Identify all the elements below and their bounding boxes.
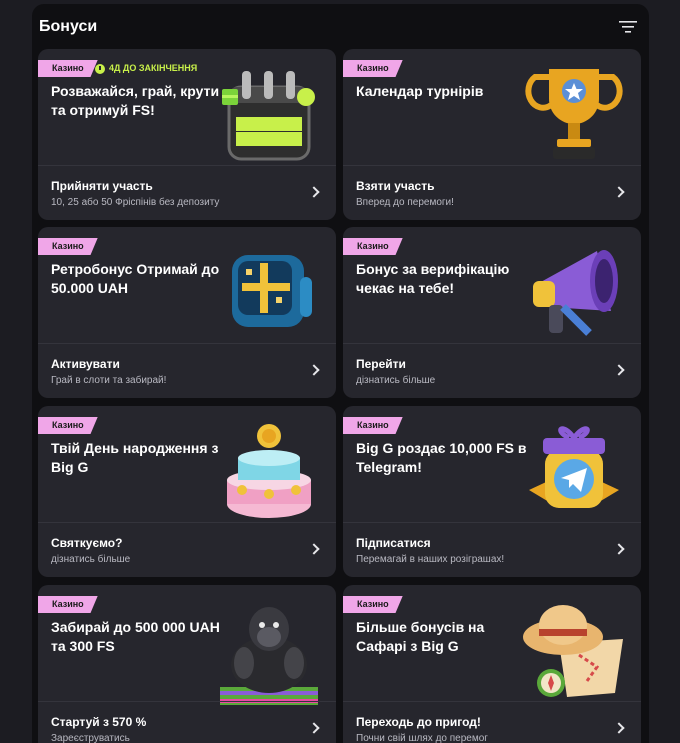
card-title: Більше бонусів на Сафарі з Big G [356,619,485,654]
card-title: Ретробонус Отримай до 50.000 UAH [51,261,220,296]
card-title: Розважайся, грай, крути та отримуй FS! [51,83,220,118]
chevron-right-icon[interactable] [613,543,625,555]
bonus-card[interactable]: Казино Забирай до 500 000 UAH та 300 FS [38,585,336,743]
category-tag: Казино [38,60,98,77]
card-divider [38,701,336,702]
expiry-timer: 4Д ДО ЗАКІНЧЕННЯ [95,61,197,76]
card-subtitle: Грай в слоти та забирай! [51,375,167,386]
chevron-right-icon[interactable] [613,722,625,734]
card-subtitle: Зареєструватись [51,733,130,743]
category-tag: Казино [343,596,403,613]
category-tag: Казино [343,60,403,77]
safari-hat-map-icon [519,595,629,705]
card-subtitle: Вперед до перемоги! [356,197,454,208]
chevron-right-icon[interactable] [613,186,625,198]
card-divider [38,343,336,344]
bonus-card[interactable]: Казино Календар турнірів Взяти участь Вп… [343,49,641,220]
trophy-icon [519,59,629,169]
card-action[interactable]: Підписатися [356,536,431,550]
card-subtitle: Перемагай в наших розіграшах! [356,554,505,565]
card-divider [343,165,641,166]
category-tag: Казино [38,596,98,613]
bonus-card[interactable]: Казино Ретробонус Отримай до 50.000 UAH … [38,227,336,398]
card-divider [38,522,336,523]
telegram-gift-icon [519,416,629,526]
megaphone-icon [519,237,629,347]
bonus-card[interactable]: Казино Твій День народження з Big G Свят… [38,406,336,577]
black-friday-calendar-icon [214,59,324,169]
card-action[interactable]: Активувати [51,357,120,371]
card-action[interactable]: Переходь до пригод! [356,715,481,729]
card-action[interactable]: Перейти [356,357,406,371]
chevron-right-icon[interactable] [613,364,625,376]
card-subtitle: дізнатись більше [356,375,436,386]
card-action[interactable]: Взяти участь [356,179,434,193]
bonus-card[interactable]: Казино Більше бонусів на Сафарі з Big G … [343,585,641,743]
chevron-right-icon[interactable] [308,364,320,376]
gift-cube-icon [214,237,324,347]
timer-text: 4Д ДО ЗАКІНЧЕННЯ [109,63,198,73]
bonus-card[interactable]: Казино Бонус за верифікацію чекає на теб… [343,227,641,398]
card-action[interactable]: Стартуй з 570 % [51,715,146,729]
card-divider [343,343,641,344]
card-subtitle: дізнатись більше [51,554,131,565]
page-title: Бонуси [39,18,98,35]
birthday-cake-icon [214,416,324,526]
card-action[interactable]: Святкуємо? [51,536,122,550]
card-title: Big G роздає 10,000 FS в Telegram! [356,440,527,475]
card-title: Забирай до 500 000 UAH та 300 FS [51,619,220,654]
card-divider [343,522,641,523]
chevron-right-icon[interactable] [308,543,320,555]
gorilla-icon [214,595,324,705]
category-tag: Казино [343,417,403,434]
bonuses-panel: Бонуси Казино 4Д ДО ЗАКІНЧЕННЯ Розважайс… [32,4,649,743]
card-title: Бонус за верифікацію чекає на тебе! [356,261,510,296]
category-tag: Казино [38,417,98,434]
filter-icon[interactable] [619,19,637,35]
bonus-card[interactable]: Казино 4Д ДО ЗАКІНЧЕННЯ Розважайся, грай… [38,49,336,220]
card-subtitle: Почни свій шлях до перемог [356,733,488,743]
card-title: Твій День народження з Big G [51,440,219,475]
card-subtitle: 10, 25 або 50 Фріспінів без депозиту [51,197,220,208]
chevron-right-icon[interactable] [308,186,320,198]
category-tag: Казино [343,238,403,255]
category-tag: Казино [38,238,98,255]
chevron-right-icon[interactable] [308,722,320,734]
card-action[interactable]: Прийняти участь [51,179,153,193]
bonus-card[interactable]: Казино Big G роздає 10,000 FS в Telegram… [343,406,641,577]
clock-icon [95,63,105,74]
card-title: Календар турнірів [356,83,484,99]
card-divider [343,701,641,702]
card-divider [38,165,336,166]
